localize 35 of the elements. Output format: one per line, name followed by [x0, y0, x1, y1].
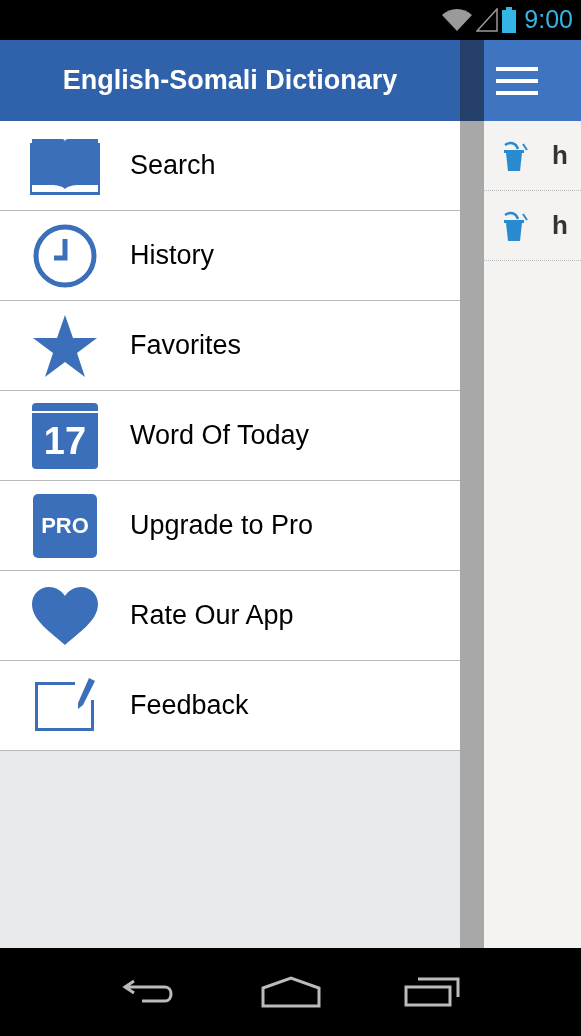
heart-icon [32, 586, 98, 645]
history-row[interactable]: h [484, 121, 581, 191]
drawer-item[interactable]: Search [0, 121, 460, 211]
battery-icon [502, 7, 517, 33]
item-label: Rate Our App [130, 599, 294, 633]
drawer-item[interactable]: Rate Our App [0, 571, 460, 661]
drawer-item[interactable]: Favorites [0, 301, 460, 391]
pro-icon: PRO [33, 493, 97, 558]
drawer-item[interactable]: Feedback [0, 661, 460, 751]
clock-icon [32, 222, 98, 289]
history-row[interactable]: h [484, 191, 581, 261]
book-icon [30, 136, 100, 195]
signal-icon [476, 8, 499, 32]
menu-icon[interactable] [496, 66, 538, 95]
row-text: h [552, 209, 568, 242]
item-label: History [130, 239, 214, 273]
calendar-icon: 17 [32, 402, 98, 469]
drawer-item[interactable]: PRO Upgrade to Pro [0, 481, 460, 571]
home-icon[interactable] [260, 976, 321, 1008]
item-label: Upgrade to Pro [130, 509, 314, 543]
row-text: h [552, 139, 568, 172]
item-label: Favorites [130, 329, 242, 363]
drawer-item[interactable]: History [0, 211, 460, 301]
edit-icon [33, 677, 97, 734]
star-icon [32, 313, 98, 378]
trash-icon[interactable] [502, 210, 528, 241]
wifi-icon [442, 9, 473, 31]
item-label: Feedback [130, 689, 249, 723]
item-label: Word Of Today [130, 419, 310, 453]
status-time: 9:00 [524, 4, 573, 36]
recent-apps-icon[interactable] [403, 977, 460, 1007]
drawer-item[interactable]: 17 Word Of Today [0, 391, 460, 481]
trash-icon[interactable] [502, 140, 528, 171]
app-title: English-Somali Dictionary [62, 64, 398, 98]
item-label: Search [130, 149, 216, 183]
